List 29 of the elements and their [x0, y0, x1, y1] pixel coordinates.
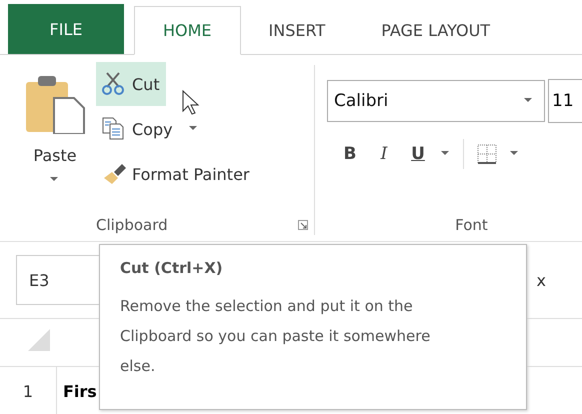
dialog-launcher-icon	[298, 220, 308, 230]
table-cell-text: Firs	[62, 380, 97, 402]
italic-button[interactable]: I	[373, 144, 395, 164]
scissors-icon	[102, 72, 126, 96]
font-size-field[interactable]: 11	[548, 79, 582, 123]
caret-icon	[50, 177, 60, 183]
group-label: Clipboard	[96, 216, 168, 234]
caret-icon	[441, 151, 451, 157]
caret-icon	[510, 151, 520, 157]
borders-icon	[476, 143, 498, 165]
paste-button[interactable]: Paste	[22, 62, 88, 209]
select-all-icon	[26, 327, 52, 353]
caret-icon	[524, 98, 534, 104]
cursor-icon	[182, 90, 200, 116]
ribbon-tab[interactable]: PAGE LAYOUT	[353, 6, 518, 54]
underline-button[interactable]: U	[407, 144, 429, 164]
copy-icon	[102, 117, 126, 141]
group-label: Font	[455, 216, 488, 234]
cancel-button[interactable]: x	[536, 270, 546, 290]
font-name-dropdown[interactable]: Calibri	[327, 80, 545, 122]
ribbon-button[interactable]: Format Painter	[96, 152, 256, 196]
ribbon-button[interactable]: Copy	[96, 107, 205, 151]
row-header[interactable]: 1	[0, 367, 57, 414]
paintbrush-icon	[102, 162, 126, 186]
file-tab[interactable]: FILE	[8, 4, 124, 54]
ribbon-tab[interactable]: HOME	[134, 6, 241, 55]
ribbon-tab[interactable]: INSERT	[240, 6, 354, 54]
bold-button[interactable]: B	[339, 144, 361, 164]
ribbon-button[interactable]: Cut	[96, 62, 166, 106]
